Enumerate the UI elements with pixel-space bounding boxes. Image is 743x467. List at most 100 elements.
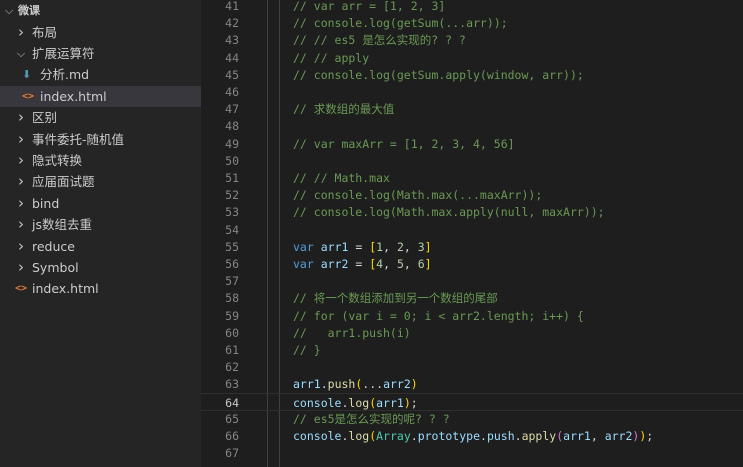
code-token: . — [320, 377, 328, 392]
code-token: , — [403, 257, 418, 271]
folder-item[interactable]: › 区别 — [0, 107, 201, 128]
file-item[interactable]: <> index.html — [0, 278, 201, 299]
line-number: 52 — [225, 188, 239, 203]
tree-item-label: 布局 — [32, 24, 58, 40]
code-line[interactable]: 59 // for (var i = 0; i < arr2.length; i+… — [201, 307, 743, 325]
code-line[interactable]: 50 — [201, 152, 743, 170]
folder-item[interactable]: › bind — [0, 193, 201, 214]
code-token: // // apply — [293, 50, 370, 65]
code-line[interactable]: 47 // 求数组的最大值 — [201, 100, 743, 118]
folder-item[interactable]: › Symbol — [0, 257, 201, 278]
folder-item[interactable]: › 隐式转换 — [0, 150, 201, 171]
code-line[interactable]: 54 — [201, 221, 743, 239]
code-line[interactable]: 57 — [201, 272, 743, 290]
code-token: = — [348, 257, 370, 271]
code-line[interactable]: 44 // // apply — [201, 49, 743, 67]
tree-item-label: 区别 — [32, 110, 58, 126]
code-line[interactable]: 49 // var maxArr = [1, 2, 3, 4, 56] — [201, 135, 743, 153]
code-line[interactable]: 55 var arr1 = [1, 2, 3] — [201, 238, 743, 256]
code-token: // 求数组的最大值 — [293, 102, 395, 117]
code-text: console.log(Array.prototype.push.apply(a… — [293, 427, 653, 445]
code-token: , — [383, 239, 397, 254]
line-number: 46 — [225, 85, 239, 99]
root-folder-label: 微课 — [18, 4, 40, 17]
code-token: console — [293, 395, 342, 410]
code-token: ] — [424, 257, 432, 271]
code-token: log — [348, 429, 370, 443]
code-token: arr1 — [563, 429, 591, 443]
code-token: , — [383, 257, 397, 271]
tree-item-label: 扩展运算符 — [32, 45, 95, 61]
code-line[interactable]: 67 — [201, 444, 743, 462]
code-editor[interactable]: 41 // var arr = [1, 2, 3] 42 // console.log… — [201, 0, 743, 467]
code-line[interactable]: 43 // // es5 是怎么实现的? ? ? — [201, 31, 743, 49]
code-text: // console.log(getSum(...arr)); — [293, 14, 508, 32]
code-token: ; — [410, 395, 418, 410]
line-number: 47 — [225, 102, 239, 117]
code-line[interactable]: 65 // es5是怎么实现的呢? ? ? — [201, 410, 743, 428]
code-text: var arr2 = [4, 5, 6] — [293, 255, 432, 273]
code-line[interactable]: 63 arr1.push(...arr2) — [201, 375, 743, 393]
file-explorer: ⌵ 微课 › 布局 ⌵ 扩展运算符 ⬇ 分析.md <> index.html › 区别 › 事件委托… — [0, 0, 201, 467]
line-number: 59 — [225, 308, 239, 323]
code-line[interactable]: 45 // console.log(getSum.apply(window, ar… — [201, 66, 743, 84]
folder-item[interactable]: ⌵ 扩展运算符 — [0, 43, 201, 64]
file-item[interactable]: ⬇ 分析.md — [0, 64, 201, 85]
chevron-right-icon: › — [18, 257, 24, 276]
code-text: // console.log(getSum.apply(window, arr)… — [293, 66, 584, 84]
code-line[interactable]: 58 // 将一个数组添加到另一个数组的尾部 — [201, 289, 743, 307]
folder-item[interactable]: › 事件委托-随机值 — [0, 129, 201, 150]
folder-item[interactable]: › reduce — [0, 236, 201, 257]
explorer-root-folder[interactable]: ⌵ 微课 — [0, 0, 201, 21]
line-number: 53 — [225, 205, 239, 220]
code-line[interactable]: 41 // var arr = [1, 2, 3] — [201, 0, 743, 15]
code-text: // var arr = [1, 2, 3] — [293, 0, 445, 15]
code-token: var — [293, 257, 314, 271]
code-token: arr2 — [320, 257, 349, 271]
tree-item-label: js数组去重 — [32, 217, 92, 233]
code-token: // } — [293, 343, 321, 357]
tree-item-label: reduce — [32, 238, 75, 254]
chevron-right-icon: › — [18, 129, 24, 148]
code-token: 6 — [417, 257, 425, 271]
code-line[interactable]: 53 // console.log(Math.max.apply(null, ma… — [201, 203, 743, 221]
code-token: . — [514, 429, 522, 443]
code-token: ) — [410, 377, 418, 392]
code-token: Array — [376, 429, 411, 443]
file-item[interactable]: <> index.html — [0, 85, 201, 107]
code-token: , — [403, 239, 418, 254]
code-line[interactable]: 62 — [201, 358, 743, 376]
code-token: ) — [403, 395, 411, 410]
code-line[interactable]: 56 var arr2 = [4, 5, 6] — [201, 255, 743, 273]
code-text: var arr1 = [1, 2, 3] — [293, 238, 432, 256]
code-line[interactable]: 66 console.log(Array.prototype.push.apply… — [201, 427, 743, 445]
code-token: = — [348, 239, 370, 254]
line-number: 56 — [225, 257, 239, 271]
line-number: 54 — [225, 222, 239, 237]
line-number: 61 — [225, 343, 239, 357]
code-line[interactable]: 46 — [201, 83, 743, 101]
code-text: arr1.push(...arr2) — [293, 375, 418, 393]
tree-item-label: 隐式转换 — [32, 152, 83, 168]
code-token: 5 — [396, 257, 404, 271]
code-line[interactable]: 61 // } — [201, 341, 743, 359]
code-token: // console.log(Math.max(...maxArr)); — [293, 188, 543, 203]
code-text: // arr1.push(i) — [293, 324, 411, 342]
code-line[interactable]: 51 // // Math.max — [201, 169, 743, 187]
code-line[interactable]: 64 console.log(arr1); — [201, 392, 743, 411]
folder-item[interactable]: › js数组去重 — [0, 214, 201, 235]
code-line[interactable]: 48 — [201, 117, 743, 135]
code-token: 3 — [417, 239, 425, 254]
chevron-right-icon: › — [18, 22, 24, 41]
folder-item[interactable]: › 布局 — [0, 22, 201, 43]
code-token: log — [348, 395, 370, 410]
code-token: ; — [646, 429, 654, 443]
code-text: // // Math.max — [293, 169, 390, 187]
code-line[interactable]: 42 // console.log(getSum(...arr)); — [201, 14, 743, 32]
line-number: 43 — [225, 33, 239, 48]
code-line[interactable]: 52 // console.log(Math.max(...maxArr)); — [201, 186, 743, 204]
folder-item[interactable]: › 应届面试题 — [0, 171, 201, 192]
code-token: arr1 — [293, 377, 321, 392]
code-token: arr1 — [320, 239, 349, 254]
code-line[interactable]: 60 // arr1.push(i) — [201, 324, 743, 342]
